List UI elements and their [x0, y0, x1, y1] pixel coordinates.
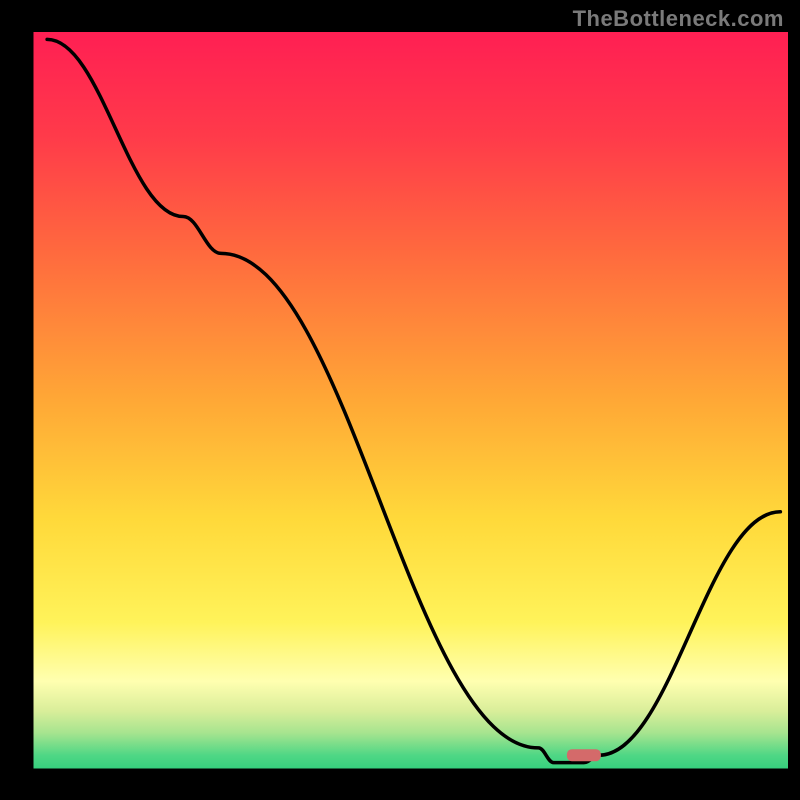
plot-background [32, 32, 788, 770]
bottleneck-chart [0, 0, 800, 800]
optimal-marker [567, 749, 601, 761]
chart-frame: { "attribution": "TheBottleneck.com", "c… [0, 0, 800, 800]
